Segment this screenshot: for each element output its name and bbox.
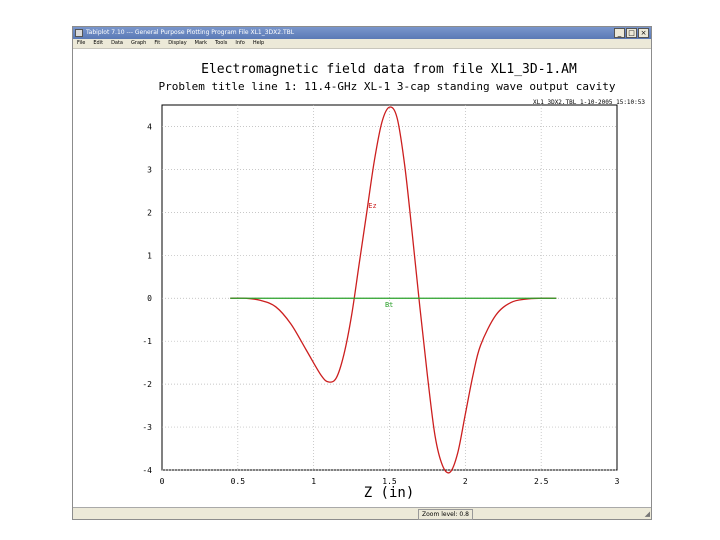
window-controls: _ □ × xyxy=(614,28,649,38)
y-tick-label: -4 xyxy=(142,466,152,475)
menu-fit[interactable]: Fit xyxy=(150,39,164,48)
y-tick-label: 2 xyxy=(147,208,152,217)
plot-area[interactable]: Electromagnetic field data from file XL1… xyxy=(73,49,651,508)
y-tick-label: 0 xyxy=(147,294,152,303)
chart-subtitle: Problem title line 1: 11.4-GHz XL-1 3-ca… xyxy=(159,80,616,93)
x-tick-label: 1 xyxy=(311,477,316,486)
resize-grip-icon[interactable]: ◢ xyxy=(645,510,650,518)
x-tick-label: 2.5 xyxy=(534,477,549,486)
title-bar[interactable]: Tabiplot 7.10 --- General Purpose Plotti… xyxy=(73,27,651,39)
tick-labels: 0 0.5 1 1.5 2 2.5 343210-1-2-3-4 xyxy=(142,122,619,486)
series-label-ez: Ez xyxy=(368,202,376,210)
app-icon xyxy=(75,29,83,37)
x-axis-label: Z (in) xyxy=(364,485,415,501)
y-tick-label: -2 xyxy=(142,380,152,389)
status-bar: Zoom level: 0.8 ◢ xyxy=(73,507,651,520)
app-window: Tabiplot 7.10 --- General Purpose Plotti… xyxy=(72,26,652,520)
menu-info[interactable]: Info xyxy=(231,39,248,48)
close-button[interactable]: × xyxy=(638,28,649,38)
series-label-bt: Bt xyxy=(385,301,393,309)
menu-graph[interactable]: Graph xyxy=(127,39,150,48)
x-tick-label: 0.5 xyxy=(231,477,246,486)
menu-help[interactable]: Help xyxy=(249,39,268,48)
series-line-ez xyxy=(230,106,557,474)
grid-lines xyxy=(162,105,617,471)
menu-mark[interactable]: Mark xyxy=(191,39,211,48)
status-zoom-level: Zoom level: 0.8 xyxy=(418,509,473,520)
menu-bar: File Edit Data Graph Fit Display Mark To… xyxy=(73,39,651,49)
y-tick-label: 4 xyxy=(147,122,152,131)
menu-edit[interactable]: Edit xyxy=(89,39,107,48)
x-tick-label: 0 xyxy=(160,477,165,486)
menu-data[interactable]: Data xyxy=(107,39,127,48)
chart-title: Electromagnetic field data from file XL1… xyxy=(201,62,577,77)
field-plot: Electromagnetic field data from file XL1… xyxy=(142,62,645,501)
menu-tools[interactable]: Tools xyxy=(211,39,231,48)
y-tick-label: 1 xyxy=(147,251,152,260)
minimize-button[interactable]: _ xyxy=(614,28,625,38)
x-tick-label: 2 xyxy=(463,477,468,486)
window-title: Tabiplot 7.10 --- General Purpose Plotti… xyxy=(86,29,295,36)
series-layer xyxy=(230,106,557,474)
y-tick-label: 3 xyxy=(147,165,152,174)
x-tick-label: 3 xyxy=(615,477,620,486)
menu-display[interactable]: Display xyxy=(164,39,190,48)
maximize-button[interactable]: □ xyxy=(626,28,637,38)
y-tick-label: -3 xyxy=(142,423,152,432)
menu-file[interactable]: File xyxy=(73,39,89,48)
y-tick-label: -1 xyxy=(142,337,152,346)
